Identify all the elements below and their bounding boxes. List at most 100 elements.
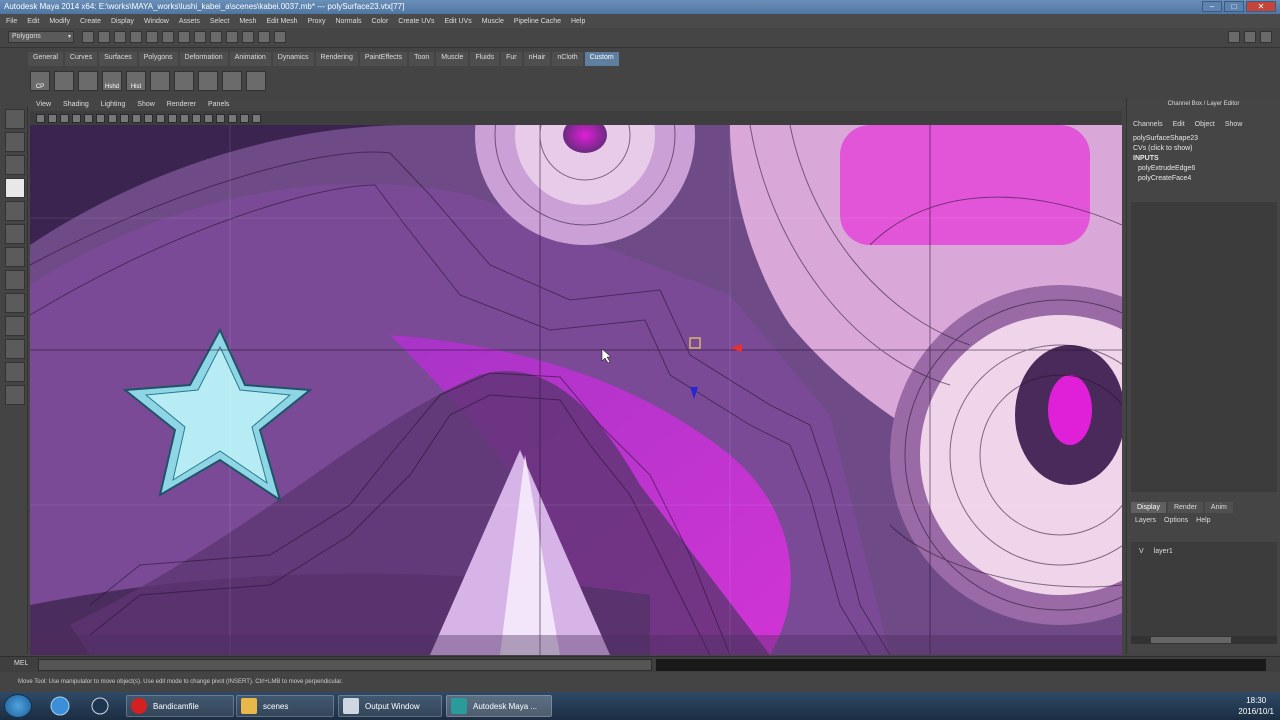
shelf-tab-painteffects[interactable]: PaintEffects bbox=[359, 52, 408, 66]
select-hierarchy-icon[interactable] bbox=[130, 31, 142, 43]
layer-name[interactable]: layer1 bbox=[1154, 548, 1173, 555]
snap-plane-icon[interactable] bbox=[226, 31, 238, 43]
menu-modify[interactable]: Modify bbox=[49, 18, 70, 25]
lasso-tool-icon[interactable] bbox=[5, 132, 25, 152]
shape-node-name[interactable]: polySurfaceShape23 bbox=[1133, 134, 1280, 144]
shelf-tab-toon[interactable]: Toon bbox=[409, 52, 435, 66]
panel-menu-view[interactable]: View bbox=[36, 99, 51, 111]
mel-command-input[interactable] bbox=[38, 659, 652, 671]
taskbar-scenes[interactable]: scenes bbox=[236, 695, 334, 717]
shadows-icon[interactable] bbox=[228, 113, 237, 123]
smooth-shade-icon[interactable] bbox=[180, 113, 189, 123]
tool-settings-icon[interactable] bbox=[1244, 31, 1256, 43]
panel-menu-lighting[interactable]: Lighting bbox=[101, 99, 126, 111]
snap-grid-icon[interactable] bbox=[178, 31, 190, 43]
gate-mask-icon[interactable] bbox=[120, 113, 129, 123]
layout-graph-icon[interactable] bbox=[5, 362, 25, 382]
checker-icon[interactable] bbox=[78, 71, 98, 91]
ipr-render-icon[interactable] bbox=[258, 31, 270, 43]
manipulator-tool-icon[interactable] bbox=[5, 247, 25, 267]
render-settings-icon[interactable] bbox=[274, 31, 286, 43]
perspective-viewport[interactable] bbox=[30, 125, 1122, 655]
poly-icon[interactable] bbox=[54, 71, 74, 91]
menu-select[interactable]: Select bbox=[210, 18, 229, 25]
sphere-icon[interactable] bbox=[174, 71, 194, 91]
steam-icon[interactable] bbox=[84, 695, 116, 717]
shelf-tab-muscle[interactable]: Muscle bbox=[436, 52, 469, 66]
camera-icon[interactable] bbox=[36, 113, 45, 123]
menu-edit-uvs[interactable]: Edit UVs bbox=[444, 18, 471, 25]
menu-muscle[interactable]: Muscle bbox=[482, 18, 504, 25]
shelf-tab-ncloth[interactable]: nCloth bbox=[552, 52, 583, 66]
cb-menu-object[interactable]: Object bbox=[1195, 121, 1215, 128]
move-tool-icon[interactable] bbox=[5, 178, 25, 198]
scrollbar-thumb[interactable] bbox=[1151, 637, 1231, 643]
menu-proxy[interactable]: Proxy bbox=[308, 18, 326, 25]
scale-tool-icon[interactable] bbox=[5, 224, 25, 244]
layout-four-icon[interactable] bbox=[5, 293, 25, 313]
cvs-toggle[interactable]: CVs (click to show) bbox=[1133, 144, 1280, 154]
menu-file[interactable]: File bbox=[6, 18, 17, 25]
select-component-icon[interactable] bbox=[162, 31, 174, 43]
close-button[interactable]: ✕ bbox=[1246, 1, 1276, 12]
shelf-tab-custom[interactable]: Custom bbox=[584, 52, 619, 66]
menu-window[interactable]: Window bbox=[144, 18, 169, 25]
menu-assets[interactable]: Assets bbox=[179, 18, 200, 25]
layer-tab-anim[interactable]: Anim bbox=[1204, 502, 1233, 513]
menu-create-uvs[interactable]: Create UVs bbox=[398, 18, 434, 25]
xray-icon[interactable] bbox=[240, 113, 249, 123]
layer-visibility-toggle[interactable]: V bbox=[1139, 548, 1144, 555]
maximize-button[interactable]: □ bbox=[1224, 1, 1244, 12]
menu-help[interactable]: Help bbox=[571, 18, 585, 25]
start-button[interactable] bbox=[4, 694, 32, 718]
attribute-editor-icon[interactable] bbox=[1228, 31, 1240, 43]
cylinder-icon[interactable] bbox=[198, 71, 218, 91]
shelf-tab-rendering[interactable]: Rendering bbox=[315, 52, 358, 66]
shelf-tab-curves[interactable]: Curves bbox=[64, 52, 98, 66]
isolate-select-icon[interactable] bbox=[252, 113, 261, 123]
minimize-button[interactable]: – bbox=[1202, 1, 1222, 12]
field-chart-icon[interactable] bbox=[132, 113, 141, 123]
safe-action-icon[interactable] bbox=[144, 113, 153, 123]
shelf-tab-animation[interactable]: Animation bbox=[229, 52, 271, 66]
cp-icon[interactable]: CP bbox=[30, 71, 50, 91]
layout-outliner-icon[interactable] bbox=[5, 339, 25, 359]
taskbar-bandicam[interactable]: Bandicamfile bbox=[126, 695, 234, 717]
layer-tab-render[interactable]: Render bbox=[1167, 502, 1203, 513]
cb-menu-show[interactable]: Show bbox=[1225, 121, 1243, 128]
panel-menu-panels[interactable]: Panels bbox=[208, 99, 229, 111]
shelf-tab-general[interactable]: General bbox=[28, 52, 63, 66]
shelf-tab-polygons[interactable]: Polygons bbox=[138, 52, 178, 66]
grid-icon[interactable] bbox=[84, 113, 93, 123]
taskbar-output-window[interactable]: Output Window bbox=[338, 695, 442, 717]
select-tool-icon[interactable] bbox=[5, 109, 25, 129]
new-scene-icon[interactable] bbox=[82, 31, 94, 43]
menu-normals[interactable]: Normals bbox=[335, 18, 361, 25]
torus-icon[interactable] bbox=[246, 71, 266, 91]
open-scene-icon[interactable] bbox=[98, 31, 110, 43]
panel-menu-renderer[interactable]: Renderer bbox=[167, 99, 196, 111]
cb-menu-edit[interactable]: Edit bbox=[1173, 121, 1185, 128]
shelf-tab-dynamics[interactable]: Dynamics bbox=[272, 52, 314, 66]
hshd-icon[interactable]: Hshd bbox=[102, 71, 122, 91]
snap-point-icon[interactable] bbox=[210, 31, 222, 43]
layer-menu-help[interactable]: Help bbox=[1196, 517, 1210, 524]
menu-edit-mesh[interactable]: Edit Mesh bbox=[266, 18, 297, 25]
menu-set-dropdown[interactable]: Polygons ▾ bbox=[8, 31, 74, 43]
menu-color[interactable]: Color bbox=[372, 18, 389, 25]
layout-split-icon[interactable] bbox=[5, 316, 25, 336]
wireframe-icon[interactable] bbox=[168, 113, 177, 123]
render-icon[interactable] bbox=[242, 31, 254, 43]
shelf-tab-deformation[interactable]: Deformation bbox=[179, 52, 228, 66]
shelf-tab-surfaces[interactable]: Surfaces bbox=[99, 52, 137, 66]
lights-icon[interactable] bbox=[216, 113, 225, 123]
layer-list-scrollbar[interactable] bbox=[1131, 636, 1277, 644]
wireframe-on-shaded-icon[interactable] bbox=[192, 113, 201, 123]
input-node-createface[interactable]: polyCreateFace4 bbox=[1133, 174, 1280, 184]
layer-menu-options[interactable]: Options bbox=[1164, 517, 1188, 524]
resolution-gate-icon[interactable] bbox=[108, 113, 117, 123]
menu-pipeline-cache[interactable]: Pipeline Cache bbox=[514, 18, 561, 25]
layout-hypershade-icon[interactable] bbox=[5, 385, 25, 405]
menu-display[interactable]: Display bbox=[111, 18, 134, 25]
shelf-tab-nhair[interactable]: nHair bbox=[523, 52, 551, 66]
